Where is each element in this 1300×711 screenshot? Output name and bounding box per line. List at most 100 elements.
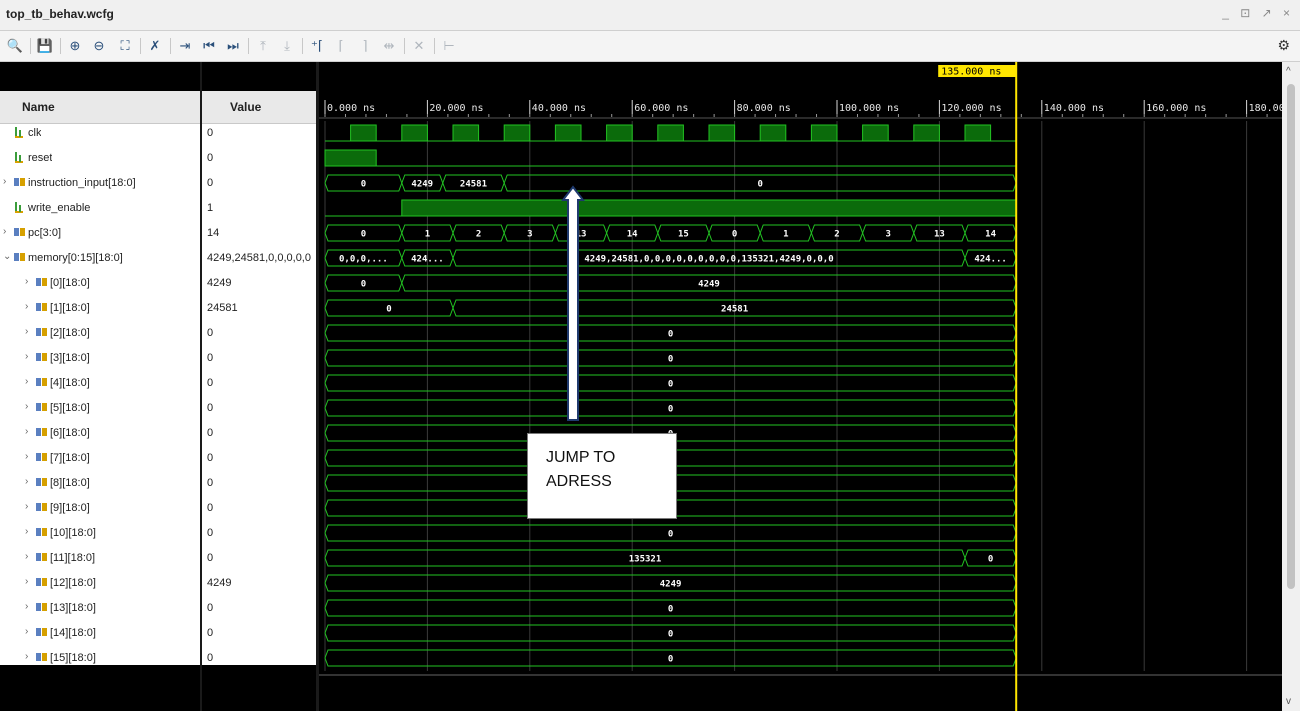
signal-row[interactable]: › [6][18:0] (0, 421, 200, 446)
signal-row[interactable]: reset (0, 146, 200, 171)
next-transition-icon[interactable]: ⤓ (278, 37, 296, 55)
expand-chevron-icon[interactable]: › (25, 626, 28, 637)
signal-row[interactable]: › [0][18:0] (0, 271, 200, 296)
expand-chevron-icon[interactable]: ⌄ (3, 251, 11, 262)
signal-value-row[interactable]: 0 (202, 446, 316, 471)
search-icon[interactable]: 🔍 (6, 37, 24, 55)
name-column-header[interactable]: Name (0, 91, 200, 124)
signal-value-row[interactable]: 0 (202, 371, 316, 396)
add-marker-icon[interactable]: ⁺⌈ (308, 37, 326, 55)
expand-chevron-icon[interactable]: › (25, 526, 28, 537)
swap-cursors-icon[interactable]: ⇹ (380, 37, 398, 55)
expand-chevron-icon[interactable]: › (25, 301, 28, 312)
signal-value-row[interactable]: 4249 (202, 571, 316, 596)
signal-row[interactable]: › [11][18:0] (0, 546, 200, 571)
expand-chevron-icon[interactable]: › (25, 426, 28, 437)
signal-row[interactable]: › [1][18:0] (0, 296, 200, 321)
signal-value-row[interactable]: 14 (202, 221, 316, 246)
zoom-out-icon[interactable]: ⊖ (90, 37, 108, 55)
expand-chevron-icon[interactable]: › (25, 476, 28, 487)
snap-icon[interactable]: ⊢ (440, 37, 458, 55)
expand-chevron-icon[interactable]: › (25, 326, 28, 337)
signal-row[interactable]: › pc[3:0] (0, 221, 200, 246)
scroll-down-icon[interactable]: v (1286, 696, 1291, 707)
previous-marker-icon[interactable]: ⌈ (332, 37, 350, 55)
signal-row[interactable]: › instruction_input[18:0] (0, 171, 200, 196)
signal-row[interactable]: write_enable (0, 196, 200, 221)
memory-0-bus-value: 4249 (698, 280, 720, 290)
go-to-start-icon[interactable]: ⏮ (200, 37, 218, 55)
signal-value-row[interactable]: 0 (202, 521, 316, 546)
next-marker-icon[interactable]: ⌉ (356, 37, 374, 55)
scroll-up-icon[interactable]: ^ (1286, 66, 1291, 77)
window-controls[interactable]: _ ⊡ ↗ × (1222, 6, 1294, 20)
signal-value-row[interactable]: 1 (202, 196, 316, 221)
waveform-view[interactable]: 0.000 ns 20.000 ns 40.000 ns 60.000 ns 80.00… (319, 62, 1282, 711)
signal-row[interactable]: › [10][18:0] (0, 521, 200, 546)
toolbar-separator (60, 38, 61, 54)
signal-value-row[interactable]: 0 (202, 596, 316, 621)
signal-row[interactable]: › [5][18:0] (0, 396, 200, 421)
expand-chevron-icon[interactable]: › (3, 226, 6, 237)
value-column-header[interactable]: Value (202, 91, 316, 124)
memory-3-bus-value: 0 (668, 355, 673, 365)
signal-row[interactable]: › [12][18:0] (0, 571, 200, 596)
expand-chevron-icon[interactable]: › (25, 351, 28, 362)
cursor-icon[interactable]: ✗ (146, 37, 164, 55)
signal-value-row[interactable]: 24581 (202, 296, 316, 321)
signal-row[interactable]: clk (0, 121, 200, 146)
signal-row[interactable]: › [13][18:0] (0, 596, 200, 621)
signal-value-row[interactable]: 0 (202, 546, 316, 571)
pc-bus-value: 14 (627, 230, 638, 240)
wave-toolbar: 🔍 💾 ⊕ ⊖ ⛶ ✗ ⇥ ⏮ ⏭ ⤒ ⤓ ⁺⌈ ⌈ ⌉ ⇹ ✕ ⊢ ⚙ (0, 31, 1300, 62)
signal-name: [10][18:0] (50, 527, 96, 539)
expand-chevron-icon[interactable]: › (25, 551, 28, 562)
signal-value-row[interactable]: 0 (202, 471, 316, 496)
signal-value-row[interactable]: 0 (202, 321, 316, 346)
signal-value: 0 (207, 127, 214, 139)
save-icon[interactable]: 💾 (36, 37, 54, 55)
signal-value-row[interactable]: 0 (202, 621, 316, 646)
expand-chevron-icon[interactable]: › (25, 451, 28, 462)
delete-marker-icon[interactable]: ✕ (410, 37, 428, 55)
zoom-in-icon[interactable]: ⊕ (66, 37, 84, 55)
expand-chevron-icon[interactable]: › (25, 576, 28, 587)
expand-chevron-icon[interactable]: › (25, 376, 28, 387)
signal-row[interactable]: › [8][18:0] (0, 471, 200, 496)
clk-high-pulse (401, 124, 428, 142)
signal-row[interactable]: › [2][18:0] (0, 321, 200, 346)
go-to-end-icon[interactable]: ⏭ (224, 37, 242, 55)
settings-gear-icon[interactable]: ⚙ (1277, 37, 1290, 54)
scrollbar-thumb[interactable] (1287, 84, 1295, 589)
signal-row[interactable]: › [7][18:0] (0, 446, 200, 471)
signal-value-row[interactable]: 0 (202, 146, 316, 171)
signal-value-row[interactable]: 0 (202, 421, 316, 446)
go-to-time-zero-icon[interactable]: ⇥ (176, 37, 194, 55)
signal-row[interactable]: › [4][18:0] (0, 371, 200, 396)
signal-value: 0 (207, 452, 214, 464)
signal-value-row[interactable]: 0 (202, 346, 316, 371)
signal-value-row[interactable]: 4249 (202, 271, 316, 296)
signal-value: 1 (207, 202, 214, 214)
expand-chevron-icon[interactable]: › (3, 176, 6, 187)
expand-chevron-icon[interactable]: › (25, 601, 28, 612)
signal-row[interactable]: › [14][18:0] (0, 621, 200, 646)
signal-value-row[interactable]: 0 (202, 396, 316, 421)
expand-chevron-icon[interactable]: › (25, 276, 28, 287)
expand-chevron-icon[interactable]: › (25, 651, 28, 662)
signal-row[interactable]: › [3][18:0] (0, 346, 200, 371)
memory-12-bus-value: 4249 (660, 580, 682, 590)
signal-row[interactable]: › [9][18:0] (0, 496, 200, 521)
signal-value-row[interactable]: 0 (202, 496, 316, 521)
zoom-fit-icon[interactable]: ⛶ (116, 37, 134, 55)
previous-transition-icon[interactable]: ⤒ (254, 37, 272, 55)
signal-value-row[interactable]: 0 (202, 171, 316, 196)
signal-value-row[interactable]: 4249,24581,0,0,0,0,0 (202, 246, 316, 271)
signal-row[interactable]: ⌄ memory[0:15][18:0] (0, 246, 200, 271)
expand-chevron-icon[interactable]: › (25, 401, 28, 412)
waveform-canvas[interactable]: 0.000 ns 20.000 ns 40.000 ns 60.000 ns 80.00… (319, 62, 1282, 711)
vertical-scrollbar[interactable]: ^ v (1282, 62, 1300, 711)
memory-bus-value: 0,0,0,... (339, 255, 388, 265)
expand-chevron-icon[interactable]: › (25, 501, 28, 512)
signal-value-row[interactable]: 0 (202, 121, 316, 146)
